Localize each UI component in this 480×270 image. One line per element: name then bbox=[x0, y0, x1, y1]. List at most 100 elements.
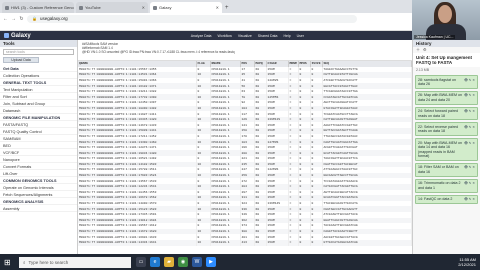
history-options-icon[interactable]: ⚙ bbox=[423, 47, 427, 53]
galaxy-menu-item[interactable]: Analyze Data bbox=[191, 34, 212, 38]
tool-section[interactable]: Fetch Sequences/Alignments bbox=[0, 191, 77, 198]
new-tab-icon[interactable]: + bbox=[225, 5, 229, 13]
taskbar-apps: ▭ e ▰ ◉ W ▶ bbox=[136, 257, 216, 267]
tools-title: Tools bbox=[0, 40, 77, 47]
tool-section-header[interactable]: COMMON GENOMICS TOOLS bbox=[0, 177, 77, 184]
history-dataset[interactable]: 20: Map with BWA-MEM on data 14 and data… bbox=[415, 138, 478, 161]
tool-section-header[interactable]: GENOMICS ANALYSIS bbox=[0, 198, 77, 205]
tool-section[interactable]: Assembly bbox=[0, 205, 77, 212]
galaxy-menu-item[interactable]: Shared Data bbox=[258, 34, 278, 38]
tool-section[interactable]: SAM/BAM bbox=[0, 135, 77, 142]
dataset-title[interactable]: 14: FastQC on data 2 bbox=[418, 197, 452, 201]
tool-search-input[interactable]: search tools bbox=[3, 49, 74, 55]
tool-section[interactable]: Nanopore bbox=[0, 156, 77, 163]
dataset-action-icons[interactable]: 👁 ✎ ✕ bbox=[464, 109, 475, 118]
table-cell: CP011819.1 bbox=[210, 239, 241, 246]
dataset-action-icons[interactable]: 👁 ✎ ✕ bbox=[464, 141, 475, 159]
sam-header-line: @HD VN:1.0 SO:unsorted @PG ID:bwa PN:bwa… bbox=[82, 50, 235, 55]
history-dataset[interactable]: 14: FastQC on data 2 👁 ✎ ✕ bbox=[415, 194, 478, 204]
close-tab-icon[interactable]: ✕ bbox=[216, 5, 219, 10]
browser-tab[interactable]: Galaxy ✕ bbox=[150, 2, 222, 13]
galaxy-menu-item[interactable]: Visualize bbox=[238, 34, 252, 38]
lock-icon: 🔒 bbox=[32, 16, 37, 21]
history-dataset[interactable]: 18: Filter SAM or BAM on data 16 👁 ✎ ✕ bbox=[415, 162, 478, 177]
history-dataset[interactable]: 28: samtools flagstat on data 26 👁 ✎ ✕ bbox=[415, 75, 478, 89]
taskbar-search-input[interactable]: ⌕ Type here to search bbox=[19, 256, 131, 268]
tool-section-header[interactable]: GENOMIC FILE MANIPULATION bbox=[0, 114, 77, 121]
tab-favicon-icon bbox=[79, 5, 83, 10]
tool-section[interactable]: Join, Subtract and Group bbox=[0, 100, 77, 107]
sam-header: ##SAMtools SAM version ##fileformat=SAM 1… bbox=[78, 40, 412, 61]
windows-start-icon[interactable]: ⊞ bbox=[4, 258, 14, 267]
table-cell: = bbox=[288, 239, 299, 246]
dataset-title[interactable]: 20: Map with BWA-MEM on data 14 and data… bbox=[418, 141, 464, 159]
tool-section[interactable]: VCF/BCF bbox=[0, 149, 77, 156]
galaxy-menu: Analyze Data Workflow Visualize Shared Data… bbox=[191, 34, 304, 38]
dataset-action-icons[interactable]: 👁 ✎ ✕ bbox=[464, 181, 475, 190]
tool-section-header[interactable]: GENERAL TEXT TOOLS bbox=[0, 79, 77, 86]
history-name[interactable]: Unit 4: Set Up mangement FASTQ to FASTA bbox=[413, 53, 480, 67]
galaxy-menu-item[interactable]: User bbox=[297, 34, 304, 38]
presenter-face bbox=[438, 5, 452, 23]
galaxy-menu-item[interactable]: Help bbox=[283, 34, 290, 38]
upload-data-button[interactable]: Upload Data bbox=[3, 57, 39, 63]
tab-label: YouTube bbox=[85, 5, 101, 10]
file-explorer-icon[interactable]: ▰ bbox=[164, 257, 174, 267]
table-cell: 60 bbox=[254, 239, 267, 246]
table-cell: 0 bbox=[298, 239, 311, 246]
dataset-action-icons[interactable]: 👁 ✎ ✕ bbox=[464, 78, 475, 87]
tool-section[interactable]: Lift-Over bbox=[0, 170, 77, 177]
browser-tab[interactable]: YouTube ✕ bbox=[76, 2, 148, 13]
dataset-action-icons[interactable]: 👁 ✎ ✕ bbox=[464, 165, 475, 174]
galaxy-masthead: Galaxy Analyze Data Workflow Visualize Shar… bbox=[0, 31, 480, 40]
address-row: ← → ↻ 🔒 usegalaxy.org bbox=[0, 13, 480, 24]
task-view-icon[interactable]: ▭ bbox=[136, 257, 146, 267]
tool-section[interactable]: BED bbox=[0, 142, 77, 149]
tool-list: Get Data Collection Operations GENERAL TEX… bbox=[0, 65, 77, 212]
tool-section[interactable]: Convert Formats bbox=[0, 163, 77, 170]
dataset-action-icons[interactable]: 👁 ✎ ✕ bbox=[464, 197, 475, 201]
new-history-icon[interactable]: ＋ bbox=[416, 47, 420, 53]
reload-icon[interactable]: ↻ bbox=[19, 16, 24, 22]
chrome-icon[interactable]: ◉ bbox=[178, 257, 188, 267]
history-dataset[interactable]: 22: Select reverse paired reads on data … bbox=[415, 122, 478, 137]
taskbar-clock: 11:55 AM 2/12/2021 bbox=[458, 257, 476, 267]
edge-icon[interactable]: e bbox=[150, 257, 160, 267]
dataset-title[interactable]: 26: Map with BWA-MEM on data 24 and data… bbox=[418, 93, 464, 102]
tool-section[interactable]: Filter and Sort bbox=[0, 93, 77, 100]
dataset-title[interactable]: 18: Filter SAM or BAM on data 16 bbox=[418, 165, 464, 174]
dataset-title[interactable]: 22: Select reverse paired reads on data … bbox=[418, 125, 464, 134]
tool-section[interactable]: FASTQ Quality Control bbox=[0, 128, 77, 135]
tool-section[interactable]: Datamash bbox=[0, 107, 77, 114]
word-icon[interactable]: W bbox=[192, 257, 202, 267]
tool-section-header[interactable]: Get Data bbox=[0, 65, 77, 72]
dataset-title[interactable]: 16: Trimmomatic on data 2 and data 1 bbox=[418, 181, 464, 190]
address-bar[interactable]: 🔒 usegalaxy.org bbox=[27, 14, 357, 23]
tool-section[interactable]: Text Manipulation bbox=[0, 86, 77, 93]
tool-section[interactable]: Operate on Genomic Intervals bbox=[0, 184, 77, 191]
dataset-action-icons[interactable]: 👁 ✎ ✕ bbox=[464, 125, 475, 134]
dataset-title[interactable]: 28: samtools flagstat on data 26 bbox=[418, 78, 464, 87]
galaxy-brand[interactable]: Galaxy bbox=[4, 33, 31, 39]
history-dataset[interactable]: 26: Map with BWA-MEM on data 24 and data… bbox=[415, 90, 478, 105]
zoom-icon[interactable]: ▶ bbox=[206, 257, 216, 267]
table-row: M00271:77:000000000-A3PT3:1:1101:14334:1… bbox=[78, 239, 412, 246]
dataset-action-icons[interactable]: 👁 ✎ ✕ bbox=[464, 93, 475, 102]
table-cell: 16 bbox=[196, 239, 211, 246]
tool-section[interactable]: FASTA/FASTQ bbox=[0, 121, 77, 128]
galaxy-menu-item[interactable]: Workflow bbox=[218, 34, 232, 38]
sam-table: QNAME FLAG RNAME POS MAPQ CIGAR MRNM MPOS ISIZE S… bbox=[78, 61, 412, 246]
tool-section[interactable]: Collection Operations bbox=[0, 72, 77, 79]
dataset-title[interactable]: 24: Select forward paired reads on data … bbox=[418, 109, 464, 118]
history-dataset[interactable]: 24: Select forward paired reads on data … bbox=[415, 106, 478, 121]
webcam-overlay: Jessica Kaufman | UC... bbox=[412, 0, 480, 40]
close-tab-icon[interactable]: ✕ bbox=[142, 5, 145, 10]
tab-label: Galaxy bbox=[159, 5, 172, 10]
tools-panel: Tools search tools Upload Data Get Data C… bbox=[0, 40, 78, 254]
history-title: History bbox=[413, 40, 480, 47]
history-size: 2.13 MB bbox=[416, 68, 430, 72]
browser-tab[interactable]: HW1 (3) - Custom Reference Genom✕ bbox=[2, 2, 74, 13]
history-dataset[interactable]: 16: Trimmomatic on data 2 and data 1 👁 ✎ … bbox=[415, 178, 478, 193]
back-icon[interactable]: ← bbox=[3, 16, 8, 22]
forward-icon[interactable]: → bbox=[11, 16, 16, 22]
